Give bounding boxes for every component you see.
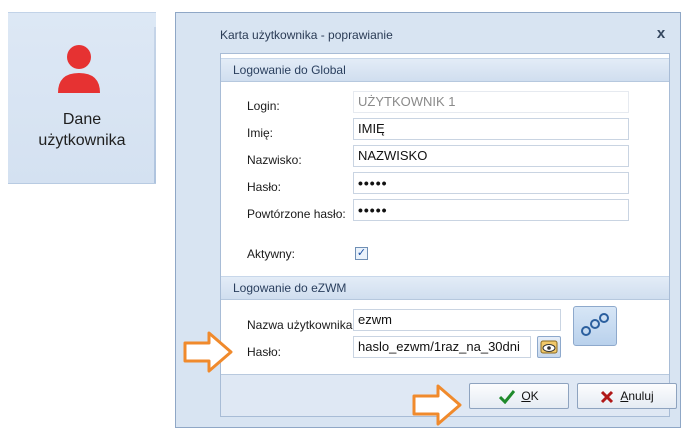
first-name-label: Imię:	[247, 126, 274, 140]
ezwm-section-header: Logowanie do eZWM	[221, 276, 669, 300]
ezwm-password-label: Hasło:	[247, 345, 282, 359]
ribbon-button-label: Dane użytkownika	[8, 109, 156, 151]
cancel-button[interactable]: Anuluj	[577, 383, 677, 409]
global-section-header: Logowanie do Global	[221, 58, 669, 82]
login-label: Login:	[247, 99, 280, 113]
cancel-label-rest: nuluj	[628, 389, 654, 403]
login-field: UŻYTKOWNIK 1	[353, 91, 629, 113]
ok-label-rest: K	[530, 389, 539, 403]
ezwm-username-label: Nazwa użytkownika	[247, 318, 353, 332]
repeat-password-field[interactable]: •••••	[353, 199, 629, 221]
repeat-password-label: Powtórzone hasło:	[247, 207, 346, 221]
ezwm-password-field[interactable]: haslo_ezwm/1raz_na_30dni	[353, 336, 531, 358]
link-accounts-button[interactable]	[573, 306, 617, 346]
eye-icon	[540, 340, 558, 354]
check-icon	[499, 389, 516, 404]
ezwm-login-section: Logowanie do eZWM Nazwa użytkownika ezwm…	[221, 276, 669, 386]
password-label: Hasło:	[247, 180, 282, 194]
dialog-title-bar[interactable]: Karta użytkownika - poprawianie x	[214, 23, 674, 47]
active-checkbox[interactable]: ✓	[355, 247, 368, 260]
close-button[interactable]: x	[652, 25, 670, 43]
arrow-pointer-icon	[183, 331, 233, 373]
global-login-section: Logowanie do Global Login: UŻYTKOWNIK 1 …	[221, 58, 669, 278]
arrow-pointer-icon	[412, 384, 462, 426]
ribbon-label-line1: Dane	[62, 111, 102, 128]
password-field[interactable]: •••••	[353, 172, 629, 194]
ok-label-mnemonic: O	[521, 389, 531, 403]
dialog-body: Logowanie do Global Login: UŻYTKOWNIK 1 …	[220, 53, 677, 417]
ok-button[interactable]: OK	[469, 383, 569, 409]
ribbon-separator	[154, 27, 156, 183]
cancel-x-icon	[601, 390, 614, 403]
last-name-field[interactable]: NAZWISKO	[353, 145, 629, 167]
active-label: Aktywny:	[247, 247, 296, 261]
show-password-button[interactable]	[537, 336, 561, 358]
last-name-label: Nazwisko:	[247, 153, 302, 167]
first-name-field[interactable]: IMIĘ	[353, 118, 629, 140]
ribbon-label-line2: użytkownika	[38, 132, 126, 149]
dialog-title: Karta użytkownika - poprawianie	[220, 28, 393, 42]
ribbon-button-user-data[interactable]: Dane użytkownika	[8, 12, 156, 184]
ezwm-username-field[interactable]: ezwm	[353, 309, 561, 331]
user-icon	[58, 45, 100, 93]
user-card-dialog: Karta użytkownika - poprawianie x Logowa…	[175, 12, 681, 428]
link-chain-icon	[581, 313, 609, 336]
